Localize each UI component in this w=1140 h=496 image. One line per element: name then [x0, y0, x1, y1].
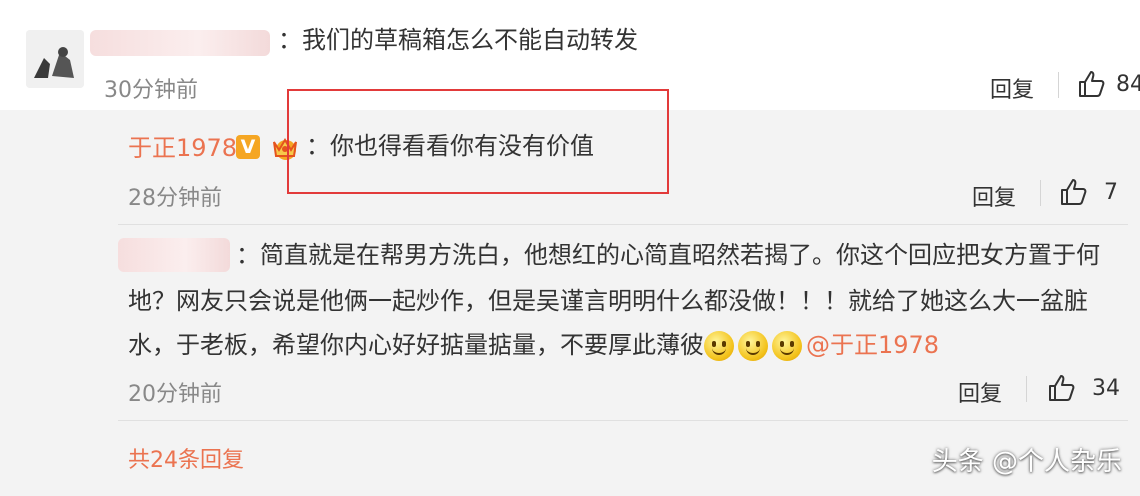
watermark: 头条 @个人杂乐 [931, 447, 1122, 477]
reply-text-line-3-body: 水，于老板，希望你内心好好掂量掂量，不要厚此薄彼 [128, 331, 704, 359]
reply-divider [118, 420, 1128, 421]
smiley-emoji-icon [704, 331, 734, 361]
divider [1058, 72, 1059, 98]
avatar[interactable] [26, 30, 84, 88]
blurred-username[interactable] [90, 30, 270, 56]
divider [1026, 376, 1027, 402]
reply-button[interactable]: 回复 [958, 376, 1002, 408]
red-highlight-box [287, 89, 669, 194]
thumbs-up-icon[interactable] [1076, 69, 1106, 99]
reply-author-link[interactable]: 于正1978 [128, 134, 237, 163]
reply-text-line-1: ：简直就是在帮男方洗白，他想红的心简直昭然若揭了。你这个回应把女方置于何 [236, 241, 1100, 269]
reply-time: 20分钟前 [128, 382, 222, 407]
reply-text-line-3: 水，于老板，希望你内心好好掂量掂量，不要厚此薄彼 @于正1978 [128, 331, 939, 361]
like-count: 84 [1116, 72, 1140, 97]
like-count: 34 [1092, 376, 1120, 401]
smiley-emoji-icon [738, 331, 768, 361]
reply-time: 28分钟前 [128, 186, 222, 211]
comment-time: 30分钟前 [104, 78, 198, 103]
comment-text: ：我们的草稿箱怎么不能自动转发 [278, 26, 638, 54]
smiley-emoji-icon [772, 331, 802, 361]
mention-link[interactable]: @于正1978 [806, 331, 939, 359]
reply-divider [118, 224, 1128, 225]
thumbs-up-icon[interactable] [1046, 373, 1076, 403]
reply-text-line-2: 地？网友只会说是他俩一起炒作，但是吴谨言明明什么都没做！！！就给了她这么大一盆脏 [128, 287, 1088, 315]
reply-button[interactable]: 回复 [990, 72, 1034, 104]
view-all-replies-link[interactable]: 共24条回复 [128, 442, 244, 474]
blurred-username[interactable] [118, 238, 230, 272]
divider [1040, 180, 1041, 206]
like-count: 7 [1104, 180, 1118, 205]
verified-v-badge: V [236, 135, 260, 159]
reply-button[interactable]: 回复 [972, 180, 1016, 212]
thumbs-up-icon[interactable] [1058, 177, 1088, 207]
